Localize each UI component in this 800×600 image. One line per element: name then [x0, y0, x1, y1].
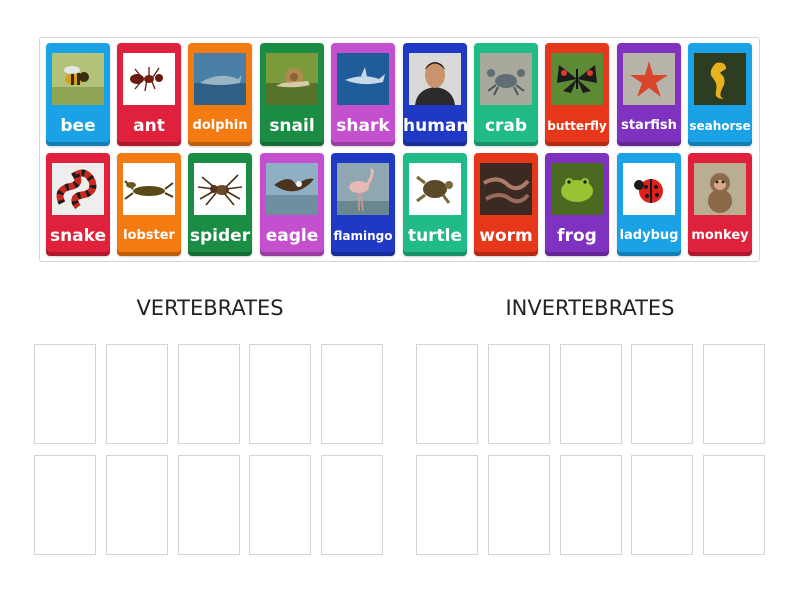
card-label: shark — [336, 116, 390, 136]
flamingo-photo-icon — [337, 163, 389, 215]
bee-photo-icon — [52, 53, 104, 105]
card-shark[interactable]: shark — [331, 43, 395, 146]
card-starfish[interactable]: starfish — [617, 43, 681, 146]
card-tray: bee ant dolphin snail shark human crab b… — [39, 37, 760, 262]
card-label: worm — [479, 226, 533, 246]
drop-slot-invertebrates[interactable] — [703, 455, 765, 555]
card-label: flamingo — [333, 229, 393, 243]
card-frog[interactable]: frog — [545, 153, 609, 256]
ant-photo-icon — [123, 53, 175, 105]
human-photo-icon — [409, 53, 461, 105]
card-ant[interactable]: ant — [117, 43, 181, 146]
drop-slot-vertebrates[interactable] — [34, 344, 96, 444]
group-heading-vertebrates: VERTEBRATES — [136, 296, 284, 320]
drop-slot-invertebrates[interactable] — [631, 455, 693, 555]
frog-photo-icon — [551, 163, 603, 215]
card-label: frog — [557, 226, 597, 246]
card-label: turtle — [407, 226, 463, 246]
card-snake[interactable]: snake — [46, 153, 110, 256]
dolphin-photo-icon — [194, 53, 246, 105]
drop-slot-invertebrates[interactable] — [416, 455, 478, 555]
card-seahorse[interactable]: seahorse — [688, 43, 752, 146]
card-human[interactable]: human — [403, 43, 467, 146]
drop-slot-invertebrates[interactable] — [703, 344, 765, 444]
card-spider[interactable]: spider — [188, 153, 252, 256]
turtle-photo-icon — [409, 163, 461, 215]
card-label: lobster — [123, 228, 175, 243]
card-label: dolphin — [192, 118, 248, 133]
card-ladybug[interactable]: ladybug — [617, 153, 681, 256]
monkey-photo-icon — [694, 163, 746, 215]
crab-photo-icon — [480, 53, 532, 105]
drop-slot-invertebrates[interactable] — [631, 344, 693, 444]
drop-slot-invertebrates[interactable] — [488, 344, 550, 444]
card-label: human — [403, 116, 467, 136]
card-eagle[interactable]: eagle — [260, 153, 324, 256]
card-turtle[interactable]: turtle — [403, 153, 467, 256]
drop-slot-vertebrates[interactable] — [178, 344, 240, 444]
spider-photo-icon — [194, 163, 246, 215]
drop-slot-invertebrates[interactable] — [488, 455, 550, 555]
drop-slot-vertebrates[interactable] — [249, 344, 311, 444]
lobster-photo-icon — [123, 163, 175, 215]
card-worm[interactable]: worm — [474, 153, 538, 256]
drop-slot-vertebrates[interactable] — [106, 455, 168, 555]
card-label: spider — [189, 226, 251, 246]
card-label: crab — [484, 116, 528, 136]
drop-slot-vertebrates[interactable] — [106, 344, 168, 444]
starfish-photo-icon — [623, 53, 675, 105]
card-monkey[interactable]: monkey — [688, 153, 752, 256]
card-label: seahorse — [689, 119, 751, 133]
drop-slot-invertebrates[interactable] — [560, 344, 622, 444]
card-bee[interactable]: bee — [46, 43, 110, 146]
card-crab[interactable]: crab — [474, 43, 538, 146]
worm-photo-icon — [480, 163, 532, 215]
card-butterfly[interactable]: butterfly — [545, 43, 609, 146]
drop-slot-invertebrates[interactable] — [416, 344, 478, 444]
drop-slot-invertebrates[interactable] — [560, 455, 622, 555]
group-heading-invertebrates: INVERTEBRATES — [505, 296, 675, 320]
drop-slot-vertebrates[interactable] — [34, 455, 96, 555]
card-flamingo[interactable]: flamingo — [331, 153, 395, 256]
seahorse-photo-icon — [694, 53, 746, 105]
card-label: ant — [133, 116, 165, 136]
card-label: bee — [60, 116, 96, 136]
card-label: snake — [49, 226, 107, 246]
card-label: butterfly — [547, 119, 607, 133]
card-label: ladybug — [619, 228, 679, 243]
card-dolphin[interactable]: dolphin — [188, 43, 252, 146]
shark-photo-icon — [337, 53, 389, 105]
card-label: snail — [269, 116, 315, 136]
card-lobster[interactable]: lobster — [117, 153, 181, 256]
drop-slot-vertebrates[interactable] — [249, 455, 311, 555]
card-label: monkey — [691, 228, 749, 243]
snake-photo-icon — [52, 163, 104, 215]
drop-slot-vertebrates[interactable] — [178, 455, 240, 555]
card-label: starfish — [621, 118, 677, 133]
butterfly-photo-icon — [551, 53, 603, 105]
card-label: eagle — [265, 226, 319, 246]
card-snail[interactable]: snail — [260, 43, 324, 146]
drop-slot-vertebrates[interactable] — [321, 455, 383, 555]
eagle-photo-icon — [266, 163, 318, 215]
ladybug-photo-icon — [623, 163, 675, 215]
snail-photo-icon — [266, 53, 318, 105]
drop-slot-vertebrates[interactable] — [321, 344, 383, 444]
